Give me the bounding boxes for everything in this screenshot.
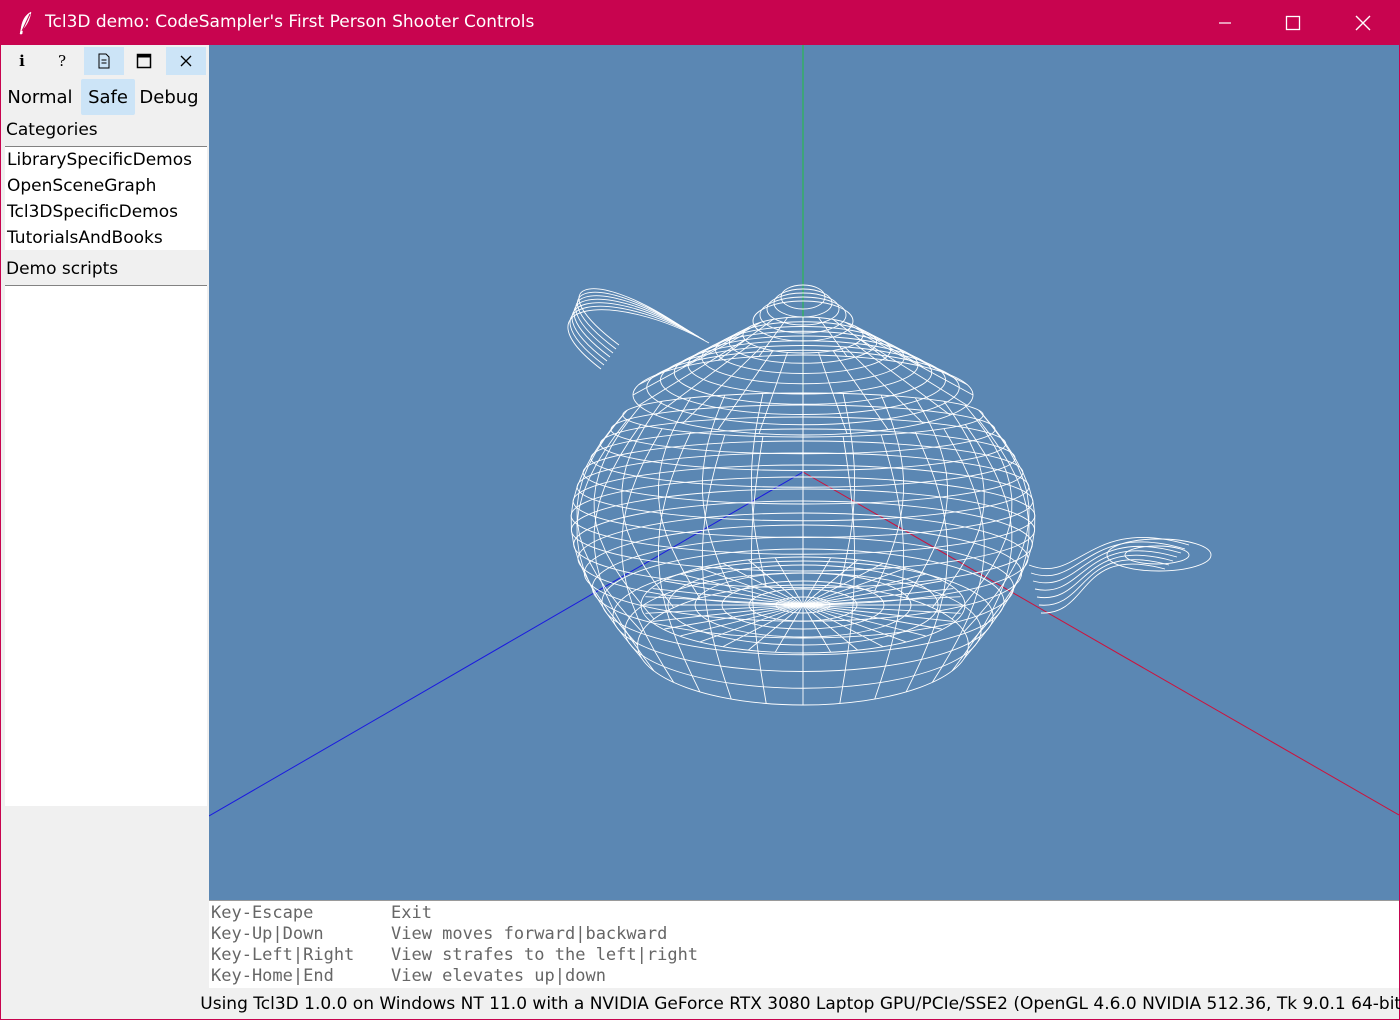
close-icon [1355, 15, 1371, 31]
key-action: View elevates up|down [391, 966, 606, 986]
help-icon: ? [57, 52, 67, 70]
minimize-button[interactable] [1191, 1, 1259, 45]
teapot-body-meridian [658, 432, 701, 693]
key-name: Key-Up|Down [211, 924, 324, 944]
help-button[interactable]: ? [42, 47, 82, 75]
sidebar: i ? Normal Safe Debug Categories Library [2, 45, 208, 991]
teapot-body-meridian [905, 397, 948, 599]
key-action: Exit [391, 903, 432, 923]
teapot-lid-line [632, 334, 744, 396]
demo-scripts-label: Demo scripts [6, 259, 119, 279]
key-name: Key-Home|End [211, 966, 334, 986]
document-icon [98, 53, 110, 69]
teapot-body-meridian [905, 432, 948, 693]
minimize-icon [1219, 22, 1231, 24]
demo-scripts-list[interactable] [5, 285, 207, 806]
key-help-panel: Key-Escape Exit Key-Up|Down View moves for… [209, 900, 1399, 988]
category-item[interactable]: Tcl3DSpecificDemos [5, 199, 207, 225]
teapot-spout-strand [1032, 546, 1182, 584]
info-button[interactable]: i [2, 47, 42, 75]
teapot-lid-line [860, 329, 968, 386]
key-help-line: Key-Left|Right View strafes to the left|r… [211, 945, 1399, 966]
window-title: Tcl3D demo: CodeSampler's First Person S… [45, 12, 535, 32]
fullscreen-button[interactable] [124, 47, 164, 75]
teapot-lid-line [862, 334, 974, 396]
mode-safe-button[interactable]: Safe [81, 79, 135, 115]
teapot-lid-line [638, 329, 746, 386]
teapot-body-meridian [658, 397, 701, 599]
teapot-lid-line [860, 339, 968, 406]
teapot-lid-line [655, 325, 752, 376]
teapot-wireframe-canvas [209, 45, 1399, 817]
key-name: Key-Left|Right [211, 945, 355, 965]
close-icon [180, 55, 192, 67]
document-button[interactable] [84, 47, 124, 75]
status-bar: Using Tcl3D 1.0.0 on Windows NT 11.0 wit… [200, 994, 1400, 1014]
teapot-body-meridian [874, 395, 905, 592]
key-help-line: Key-Up|Down View moves forward|backward [211, 924, 1399, 945]
opengl-viewport[interactable] [209, 45, 1399, 900]
exit-button[interactable] [166, 47, 206, 75]
x-axis-line [802, 471, 1399, 816]
teapot-spout-strand [1040, 563, 1166, 614]
teapot-lid-line [854, 325, 951, 376]
teapot-body-meridian [963, 419, 1030, 659]
key-action: View strafes to the left|right [391, 945, 699, 965]
key-help-line: Key-Escape Exit [211, 903, 1399, 924]
key-name: Key-Escape [211, 903, 314, 923]
categories-label: Categories [6, 120, 98, 140]
teapot-handle-strand [575, 295, 690, 354]
title-bar[interactable]: Tcl3D demo: CodeSampler's First Person S… [1, 1, 1400, 45]
mode-debug-button[interactable]: Debug [136, 79, 202, 115]
mode-normal-button[interactable]: Normal [4, 79, 76, 115]
teapot-handle-strand [569, 305, 705, 366]
category-item[interactable]: TutorialsAndBooks [5, 225, 207, 251]
feather-icon [17, 11, 35, 35]
app-window: Tcl3D demo: CodeSampler's First Person S… [0, 0, 1400, 1020]
maximize-window-icon [136, 53, 152, 69]
key-action: View moves forward|backward [391, 924, 668, 944]
teapot-lid-line [638, 339, 746, 406]
maximize-button[interactable] [1259, 1, 1327, 45]
categories-list[interactable]: LibrarySpecificDemos OpenSceneGraph Tcl3… [5, 146, 207, 250]
z-axis-line [209, 471, 804, 817]
category-item[interactable]: LibrarySpecificDemos [5, 147, 207, 173]
info-icon: i [19, 52, 25, 70]
teapot-body-meridian [701, 395, 732, 592]
maximize-icon [1285, 15, 1301, 31]
teapot-spout-opening [1106, 538, 1212, 572]
category-item[interactable]: OpenSceneGraph [5, 173, 207, 199]
close-button[interactable] [1329, 1, 1397, 45]
key-help-line: Key-Home|End View elevates up|down [211, 966, 1399, 987]
teapot-body-meridian [576, 419, 643, 659]
